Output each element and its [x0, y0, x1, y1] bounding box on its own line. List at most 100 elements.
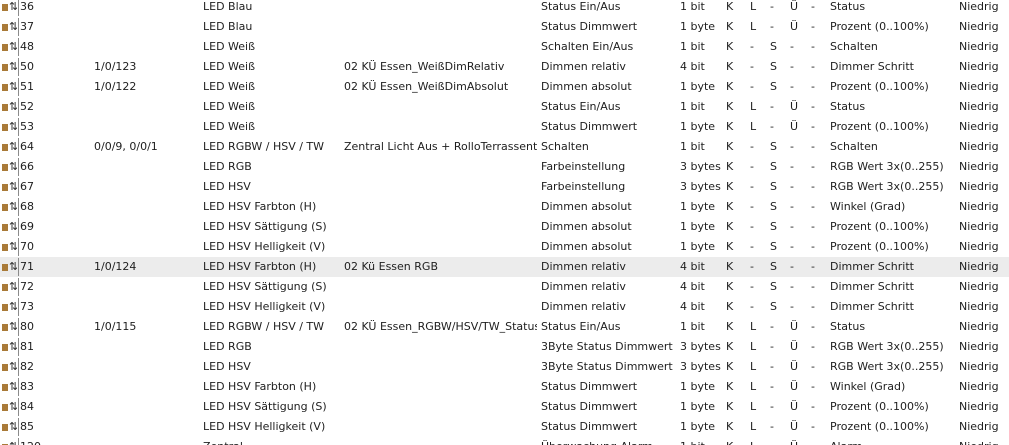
group-object-icon: ⇅: [1, 377, 17, 397]
priority: Niedrig: [959, 200, 999, 213]
group-object-icon: ⇅: [1, 17, 17, 37]
flag-t: -: [811, 260, 815, 273]
bidirectional-arrow-icon: ⇅: [9, 60, 17, 73]
flag-t: -: [811, 80, 815, 93]
group-object-icon: ⇅: [1, 397, 17, 417]
object-function: Dimmen absolut: [541, 200, 632, 213]
object-function: 3Byte Status Dimmwert: [541, 360, 673, 373]
flag-t: -: [811, 360, 815, 373]
table-row[interactable]: ⇅ 73 LED HSV Helligkeit (V) Dimmen relativ 4…: [0, 297, 1009, 317]
flag-t: -: [811, 60, 815, 73]
flag-s: S: [770, 280, 777, 293]
flag-l: -: [750, 280, 754, 293]
object-square-icon: [2, 64, 8, 71]
group-object-icon: ⇅: [1, 297, 17, 317]
table-row[interactable]: ⇅ 51 1/0/122 LED Weiß 02 KÜ Essen_WeißDimAbs…: [0, 77, 1009, 97]
table-row[interactable]: ⇅ 83 LED HSV Farbton (H) Status Dimmwert 1 b…: [0, 377, 1009, 397]
table-row[interactable]: ⇅ 70 LED HSV Helligkeit (V) Dimmen absolut 1…: [0, 237, 1009, 257]
object-size: 1 bit: [680, 437, 725, 445]
priority: Niedrig: [959, 60, 999, 73]
bidirectional-arrow-icon: ⇅: [9, 100, 17, 113]
group-address: [94, 417, 198, 437]
object-function: Schalten: [541, 140, 589, 153]
table-row[interactable]: ⇅ 80 1/0/115 LED RGBW / HSV / TW 02 KÜ Essen…: [0, 317, 1009, 337]
datapoint-type: Status: [830, 100, 866, 113]
flag-k: K: [726, 280, 734, 293]
table-row[interactable]: ⇅ 50 1/0/123 LED Weiß 02 KÜ Essen_WeißDimRel…: [0, 57, 1009, 77]
object-square-icon: [2, 264, 8, 271]
table-row[interactable]: ⇅ 36 LED Blau Status Ein/Aus 1 bit K L - Ü - Statu…: [0, 0, 1009, 17]
object-name: LED HSV Sättigung (S): [203, 220, 327, 233]
priority: Niedrig: [959, 20, 999, 33]
flag-k: K: [726, 260, 734, 273]
object-function: Status Ein/Aus: [541, 100, 621, 113]
group-object-icon: ⇅: [1, 317, 17, 337]
address-description: 02 KÜ Essen_RGBW/HSV/TW_Status: [344, 320, 537, 333]
object-function: Farbeinstellung: [541, 160, 626, 173]
object-size: 3 bytes: [680, 340, 721, 353]
datapoint-type: Prozent (0..100%): [830, 220, 929, 233]
flag-s: -: [770, 437, 780, 445]
table-row[interactable]: ⇅120 Zentral Überwachung Alarm 1 bitK L - Ü - Al…: [0, 437, 1009, 445]
table-row[interactable]: ⇅ 72 LED HSV Sättigung (S) Dimmen relativ 4 …: [0, 277, 1009, 297]
flag-u: Ü: [790, 437, 800, 445]
group-address: [94, 157, 198, 177]
group-object-icon: ⇅: [1, 217, 17, 237]
flag-s: S: [770, 220, 777, 233]
datapoint-type: Schalten: [830, 140, 878, 153]
datapoint-type: Schalten: [830, 40, 878, 53]
flag-l: -: [750, 60, 754, 73]
table-row[interactable]: ⇅ 68 LED HSV Farbton (H) Dimmen absolut 1 by…: [0, 197, 1009, 217]
table-row[interactable]: ⇅ 37 LED Blau Status Dimmwert 1 byte K L - Ü - Pro…: [0, 17, 1009, 37]
table-row[interactable]: ⇅ 82 LED HSV 3Byte Status Dimmwert 3 bytes K L…: [0, 357, 1009, 377]
priority: Niedrig: [959, 240, 999, 253]
bidirectional-arrow-icon: ⇅: [9, 120, 17, 133]
object-function: Dimmen absolut: [541, 220, 632, 233]
table-row[interactable]: ⇅ 81 LED RGB 3Byte Status Dimmwert 3 bytes K L…: [0, 337, 1009, 357]
flag-l: -: [750, 240, 754, 253]
object-name: LED HSV Helligkeit (V): [203, 240, 326, 253]
group-address: [94, 0, 198, 17]
flag-t: -: [811, 200, 815, 213]
datapoint-type: Status: [830, 320, 866, 333]
table-row[interactable]: ⇅ 66 LED RGB Farbeinstellung 3 bytes K - S - - RGB…: [0, 157, 1009, 177]
table-row[interactable]: ⇅ 71 1/0/124 LED HSV Farbton (H) 02 Kü Essen…: [0, 257, 1009, 277]
flag-u: -: [790, 200, 794, 213]
flag-u: Ü: [790, 20, 799, 33]
priority: Niedrig: [959, 340, 999, 353]
flag-l: -: [750, 80, 754, 93]
table-row[interactable]: ⇅ 64 0/0/9, 0/0/1 LED RGBW / HSV / TW Zentra…: [0, 137, 1009, 157]
flag-t: -: [811, 400, 815, 413]
flag-t: -: [811, 420, 815, 433]
datapoint-type: Alarm: [830, 437, 955, 445]
datapoint-type: Prozent (0..100%): [830, 420, 929, 433]
flag-u: -: [790, 180, 794, 193]
group-objects-table: ⇅ 36 LED Blau Status Ein/Aus 1 bit K L - Ü - Statu…: [0, 0, 1009, 445]
table-row[interactable]: ⇅ 85 LED HSV Helligkeit (V) Status Dimmwert…: [0, 417, 1009, 437]
table-row[interactable]: ⇅ 69 LED HSV Sättigung (S) Dimmen absolut 1 …: [0, 217, 1009, 237]
group-address: [94, 377, 198, 397]
flag-s: S: [770, 180, 777, 193]
row-number: 64: [18, 138, 90, 156]
flag-s: S: [770, 200, 777, 213]
object-size: 1 bit: [680, 320, 705, 333]
group-address: 1/0/122: [94, 80, 137, 93]
address-description: [344, 157, 537, 177]
table-row[interactable]: ⇅ 48 LED Weiß Schalten Ein/Aus 1 bit K - S - - Sch…: [0, 37, 1009, 57]
object-function: Dimmen relativ: [541, 260, 626, 273]
priority: Niedrig: [959, 160, 999, 173]
flag-k: K: [726, 80, 734, 93]
row-number: 120: [18, 438, 90, 445]
object-square-icon: [2, 84, 8, 91]
table-row[interactable]: ⇅ 67 LED HSV Farbeinstellung 3 bytes K - S - - RGB…: [0, 177, 1009, 197]
address-description: [344, 97, 537, 117]
bidirectional-arrow-icon: ⇅: [9, 300, 17, 313]
flag-k: K: [726, 40, 734, 53]
table-row[interactable]: ⇅ 52 LED Weiß Status Ein/Aus 1 bit K L - Ü - Statu…: [0, 97, 1009, 117]
table-row[interactable]: ⇅ 53 LED Weiß Status Dimmwert 1 byte K L - Ü - Pro…: [0, 117, 1009, 137]
priority: Niedrig: [959, 140, 999, 153]
table-row[interactable]: ⇅ 84 LED HSV Sättigung (S) Status Dimmwert 1…: [0, 397, 1009, 417]
flag-u: Ü: [790, 0, 799, 13]
object-function: Dimmen absolut: [541, 80, 632, 93]
object-size: 3 bytes: [680, 180, 721, 193]
